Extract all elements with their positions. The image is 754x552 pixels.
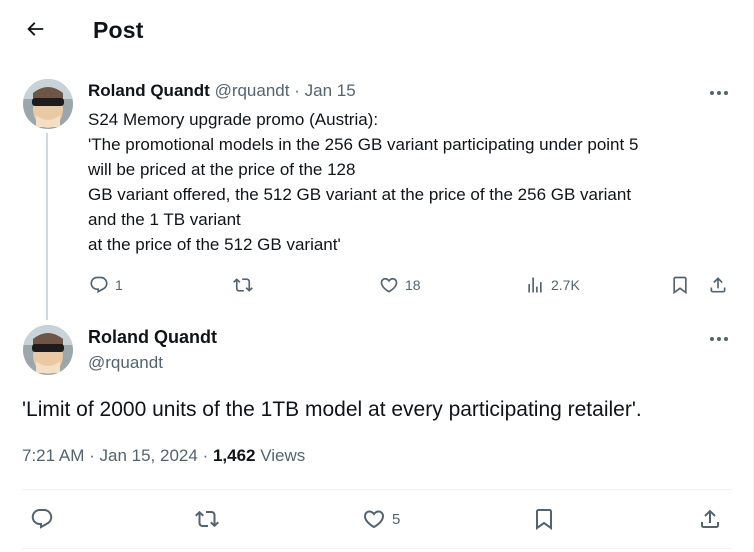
page-header: Post (0, 0, 754, 62)
avatar[interactable] (23, 325, 73, 375)
post-page: Post Roland Quandt @rquandt · Jan 15 S24… (0, 0, 754, 552)
arrow-left-icon (24, 18, 46, 45)
author-handle[interactable]: @rquandt (88, 353, 163, 373)
like-count: 18 (405, 277, 421, 293)
heart-icon (379, 275, 399, 295)
share-button[interactable] (698, 507, 722, 531)
reply-icon (89, 275, 109, 295)
tweet-time[interactable]: 7:21 AM (22, 446, 84, 465)
tweet-line: at the price of the 512 GB variant' (88, 235, 341, 254)
more-dots-icon (709, 329, 729, 347)
tweet-header: Roland Quandt @rquandt · Jan 15 (88, 81, 356, 101)
retweet-button[interactable] (194, 507, 220, 531)
separator: · (202, 446, 209, 465)
author-handle[interactable]: @rquandt (215, 81, 290, 100)
tweet-date[interactable]: Jan 15, 2024 (100, 446, 198, 465)
like-button[interactable]: 5 (362, 507, 400, 531)
page-title: Post (93, 17, 144, 43)
more-options-button[interactable] (704, 82, 734, 102)
share-icon (698, 507, 722, 531)
divider (22, 548, 732, 549)
tweet-text: 'Limit of 2000 units of the 1TB model at… (22, 398, 642, 421)
reply-button[interactable] (30, 507, 54, 531)
bookmark-icon (532, 507, 556, 531)
views-count: 2.7K (551, 277, 580, 293)
like-count: 5 (392, 510, 401, 528)
share-button[interactable] (708, 275, 728, 295)
share-icon (708, 275, 728, 295)
retweet-icon (194, 507, 220, 531)
tweet-line: and the 1 TB variant (88, 210, 241, 229)
author-name[interactable]: Roland Quandt (88, 327, 217, 348)
like-button[interactable]: 18 (379, 275, 421, 295)
retweet-icon (232, 275, 254, 295)
views-label: Views (260, 446, 306, 465)
avatar[interactable] (23, 79, 73, 129)
tweet-line: will be priced at the price of the 128 (88, 160, 356, 179)
reply-icon (30, 507, 54, 531)
retweet-button[interactable] (232, 275, 254, 295)
more-options-button[interactable] (704, 328, 734, 348)
author-name[interactable]: Roland Quandt (88, 81, 210, 100)
bookmark-button[interactable] (532, 507, 556, 531)
back-button[interactable] (18, 14, 52, 48)
analytics-icon (525, 275, 545, 295)
heart-icon (362, 507, 386, 531)
separator: · (89, 446, 95, 465)
more-dots-icon (709, 83, 729, 101)
divider (22, 489, 732, 490)
views-count: 1,462 (212, 446, 256, 465)
tweet-line: GB variant offered, the 512 GB variant a… (88, 185, 632, 204)
tweet-date[interactable]: Jan 15 (305, 81, 356, 100)
reply-count: 1 (115, 277, 123, 293)
separator: · (294, 81, 300, 100)
bookmark-button[interactable] (670, 275, 690, 295)
views-button[interactable]: 2.7K (525, 275, 580, 295)
bookmark-icon (670, 275, 690, 295)
reply-button[interactable]: 1 (89, 275, 123, 295)
tweet-metadata: 7:21 AM · Jan 15, 2024 · 1,462 Views (22, 446, 305, 466)
tweet-line: 'The promotional models in the 256 GB va… (88, 135, 639, 154)
tweet-line: S24 Memory upgrade promo (Austria): (88, 110, 379, 129)
tweet-text: S24 Memory upgrade promo (Austria): 'The… (88, 107, 728, 257)
thread-line (46, 133, 48, 320)
